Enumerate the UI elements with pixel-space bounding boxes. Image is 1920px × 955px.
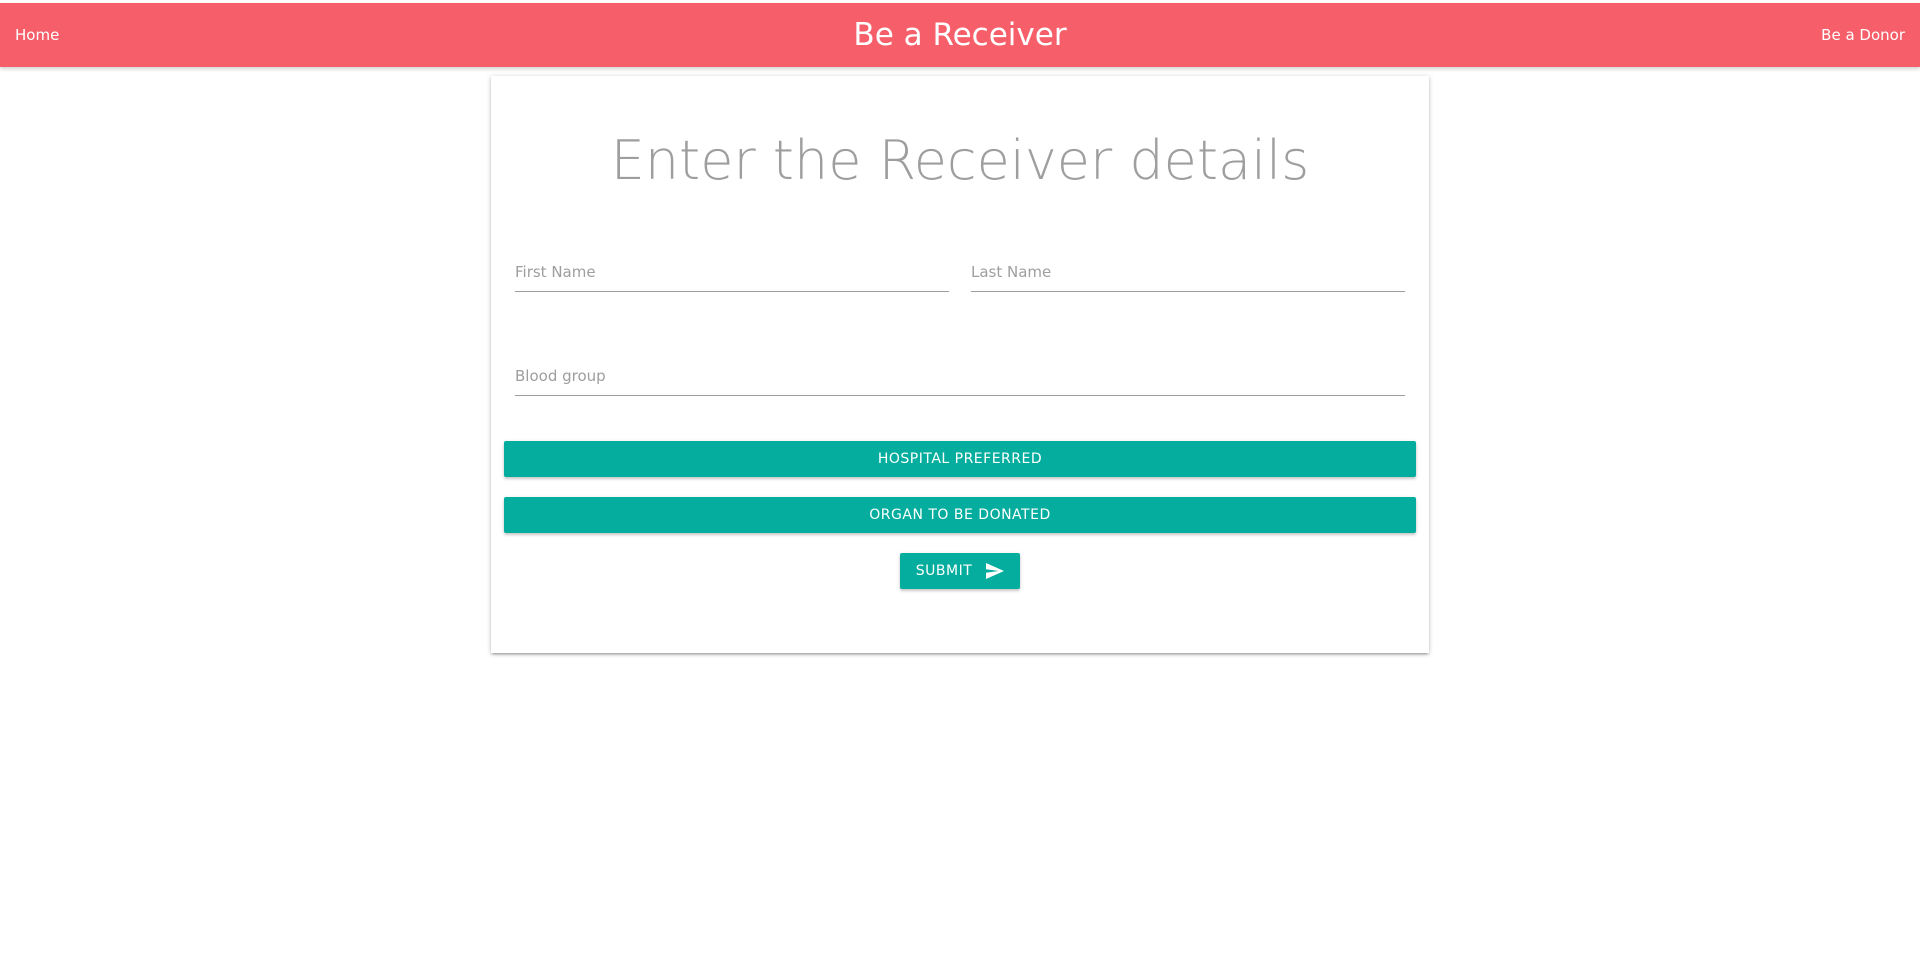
first-name-input[interactable] bbox=[515, 253, 949, 292]
first-name-field bbox=[515, 253, 949, 293]
be-a-donor-link[interactable]: Be a Donor bbox=[1821, 3, 1905, 67]
top-navbar: Home Be a Receiver Be a Donor bbox=[0, 3, 1920, 67]
submit-label: SUBMIT bbox=[915, 563, 973, 579]
submit-button[interactable]: SUBMIT bbox=[900, 553, 1020, 589]
blood-group-input[interactable] bbox=[515, 357, 1405, 396]
page-title: Be a Receiver bbox=[853, 17, 1067, 53]
form-heading: Enter the Receiver details bbox=[610, 129, 1310, 192]
last-name-field bbox=[971, 253, 1405, 293]
last-name-input[interactable] bbox=[971, 253, 1405, 292]
receiver-form-card: Enter the Receiver details HOSPITAL PREF… bbox=[491, 76, 1429, 653]
home-link[interactable]: Home bbox=[15, 3, 59, 67]
blood-group-field bbox=[515, 357, 1405, 397]
send-icon bbox=[986, 563, 1005, 579]
hospital-preferred-button[interactable]: HOSPITAL PREFERRED bbox=[504, 441, 1416, 477]
organ-to-be-donated-button[interactable]: ORGAN TO BE DONATED bbox=[504, 497, 1416, 533]
